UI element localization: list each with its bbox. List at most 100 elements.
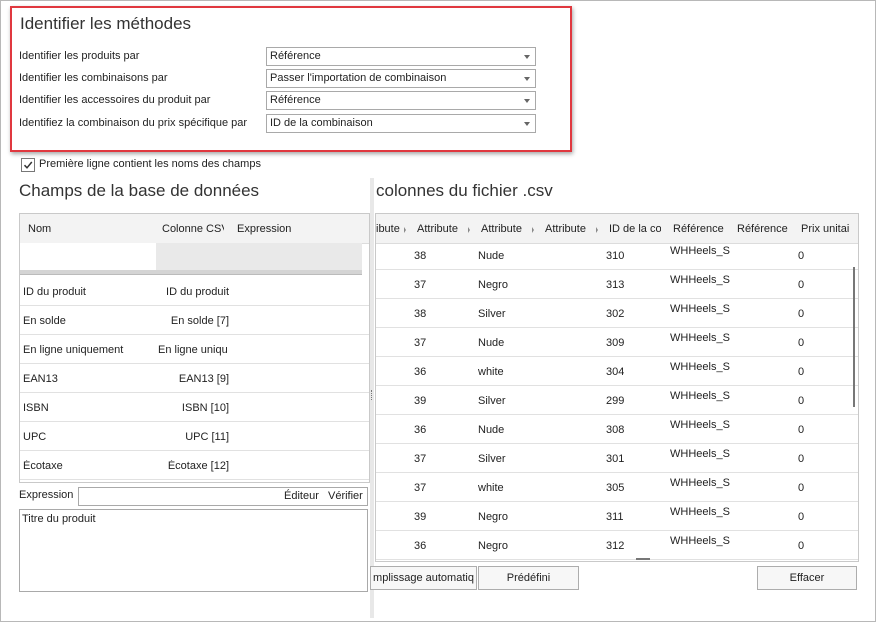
csv-cell: 0 (798, 424, 805, 436)
csv-cell: Silver (478, 308, 506, 320)
csv-title: colonnes du fichier .csv (376, 181, 553, 200)
table-row[interactable]: Écotaxe Écotaxe [12] (20, 450, 369, 480)
csv-cell: WHHeels_S (670, 274, 730, 286)
table-row[interactable]: ID du produit ID du produit (20, 276, 369, 306)
first-line-checkbox[interactable] (21, 158, 35, 172)
expression-textarea[interactable]: Titre du produit (19, 509, 368, 592)
vertical-scrollbar[interactable] (853, 267, 855, 407)
column-header[interactable]: Attribute (481, 223, 530, 235)
identify-products-label: Identifier les produits par (19, 50, 140, 62)
csv-cell: 37 (414, 337, 427, 349)
csv-cell: WHHeels_S (670, 390, 730, 402)
preset-button[interactable]: Prédéfini (478, 566, 579, 590)
csv-cell: WHHeels_S (670, 303, 730, 315)
verify-button[interactable]: Vérifier (328, 490, 363, 502)
row-colonne: En solde [7] (170, 315, 229, 327)
csv-cell: 37 (414, 279, 427, 291)
filter-cell-nom[interactable] (20, 243, 156, 270)
auto-fill-button[interactable]: mplissage automatiq (370, 566, 477, 590)
csv-cell: 0 (798, 511, 805, 523)
csv-cell: 302 (606, 308, 625, 320)
csv-cell: 301 (606, 453, 625, 465)
table-row[interactable]: 38 Nude 310 WHHeels_S 0 (376, 240, 858, 270)
table-row[interactable]: 39 Silver 299 WHHeels_S 0 (376, 385, 858, 415)
column-header[interactable]: Attribute (545, 223, 594, 235)
column-sort-icon (596, 227, 598, 233)
row-nom: ID du produit (23, 286, 86, 298)
grid-divider (20, 270, 362, 275)
column-header[interactable]: Référence (673, 223, 729, 235)
identify-combinations-label: Identifier les combinaisons par (19, 72, 168, 84)
first-line-label: Première ligne contient les noms des cha… (39, 158, 261, 170)
row-nom: UPC (23, 431, 47, 443)
column-header[interactable]: Référence (737, 223, 793, 235)
csv-cell: 0 (798, 250, 805, 262)
methods-title: Identifier les méthodes (20, 14, 192, 33)
expression-input[interactable]: Éditeur Vérifier (78, 487, 368, 506)
column-header[interactable]: Attribute (417, 223, 466, 235)
column-header-nom[interactable]: Nom (28, 223, 148, 235)
csv-cell: 312 (606, 540, 625, 552)
table-row[interactable]: 37 Negro 313 WHHeels_S 0 (376, 269, 858, 299)
table-row[interactable]: 38 Silver 302 WHHeels_S 0 (376, 298, 858, 328)
csv-cell: 299 (606, 395, 625, 407)
csv-cell: Negro (478, 511, 508, 523)
column-header[interactable]: Prix unitai (801, 223, 856, 235)
csv-cell: 304 (606, 366, 625, 378)
csv-cell: 309 (606, 337, 625, 349)
editor-button[interactable]: Éditeur (284, 490, 319, 502)
table-row[interactable]: 39 Negro 311 WHHeels_S 0 (376, 501, 858, 531)
expression-text: Titre du produit (22, 513, 96, 525)
column-header[interactable]: ibute (376, 223, 405, 235)
row-colonne: EAN13 [9] (178, 373, 229, 385)
row-nom: Écotaxe (23, 460, 63, 472)
csv-cell: 38 (414, 250, 427, 262)
csv-cell: 36 (414, 540, 427, 552)
chevron-down-icon (524, 55, 530, 59)
csv-cell: WHHeels_S (670, 419, 730, 431)
column-header[interactable]: ID de la co (609, 223, 661, 235)
identify-combinations-select[interactable]: Passer l'importation de combinaison (266, 69, 536, 88)
identify-products-value: Référence (270, 50, 321, 62)
identify-products-select[interactable]: Référence (266, 47, 536, 66)
checkmark-icon (23, 161, 33, 169)
horizontal-scrollbar[interactable] (636, 558, 650, 560)
csv-cell: Nude (478, 250, 505, 262)
identify-accessories-select[interactable]: Référence (266, 91, 536, 110)
identify-specific-price-select[interactable]: ID de la combinaison (266, 114, 536, 133)
table-row[interactable]: UPC UPC [11] (20, 421, 369, 451)
identify-specific-price-label: Identifiez la combinaison du prix spécif… (19, 117, 248, 129)
table-row[interactable]: En ligne uniquement En ligne uniqu (20, 334, 369, 364)
csv-cell: Silver (478, 395, 506, 407)
table-row[interactable]: 37 Nude 309 WHHeels_S 0 (376, 327, 858, 357)
table-row[interactable]: 37 Silver 301 WHHeels_S 0 (376, 443, 858, 473)
csv-cell: Nude (478, 424, 505, 436)
csv-grid: ibute Attribute Attribute Attribute ID d… (375, 213, 859, 562)
table-row[interactable]: En solde En solde [7] (20, 305, 369, 335)
csv-cell: 0 (798, 308, 805, 320)
column-header-colonne[interactable]: Colonne CSV (162, 223, 224, 235)
chevron-down-icon (524, 99, 530, 103)
clear-button[interactable]: Effacer (757, 566, 857, 590)
row-colonne: ISBN [10] (181, 402, 229, 414)
table-row[interactable]: EAN13 EAN13 [9] (20, 363, 369, 393)
table-row[interactable]: 36 Negro 312 WHHeels_S 0 (376, 530, 858, 560)
column-header-expression[interactable]: Expression (237, 223, 317, 235)
csv-cell: 0 (798, 453, 805, 465)
csv-cell: 0 (798, 279, 805, 291)
table-row[interactable]: ISBN ISBN [10] (20, 392, 369, 422)
row-colonne: Écotaxe [12] (167, 460, 229, 472)
csv-cell: WHHeels_S (670, 535, 730, 547)
csv-cell: 37 (414, 453, 427, 465)
db-fields-grid: Nom Colonne CSV Expression ID du produit… (19, 213, 370, 483)
table-row[interactable]: 36 white 304 WHHeels_S 0 (376, 356, 858, 386)
identify-accessories-value: Référence (270, 94, 321, 106)
csv-cell: 310 (606, 250, 625, 262)
column-sort-icon (468, 227, 470, 233)
table-row[interactable]: 36 Nude 308 WHHeels_S 0 (376, 414, 858, 444)
splitter-grip-icon (371, 390, 374, 400)
filter-cell-colonne[interactable] (156, 243, 362, 270)
table-row[interactable]: 37 white 305 WHHeels_S 0 (376, 472, 858, 502)
csv-cell: WHHeels_S (670, 332, 730, 344)
csv-cell: 308 (606, 424, 625, 436)
